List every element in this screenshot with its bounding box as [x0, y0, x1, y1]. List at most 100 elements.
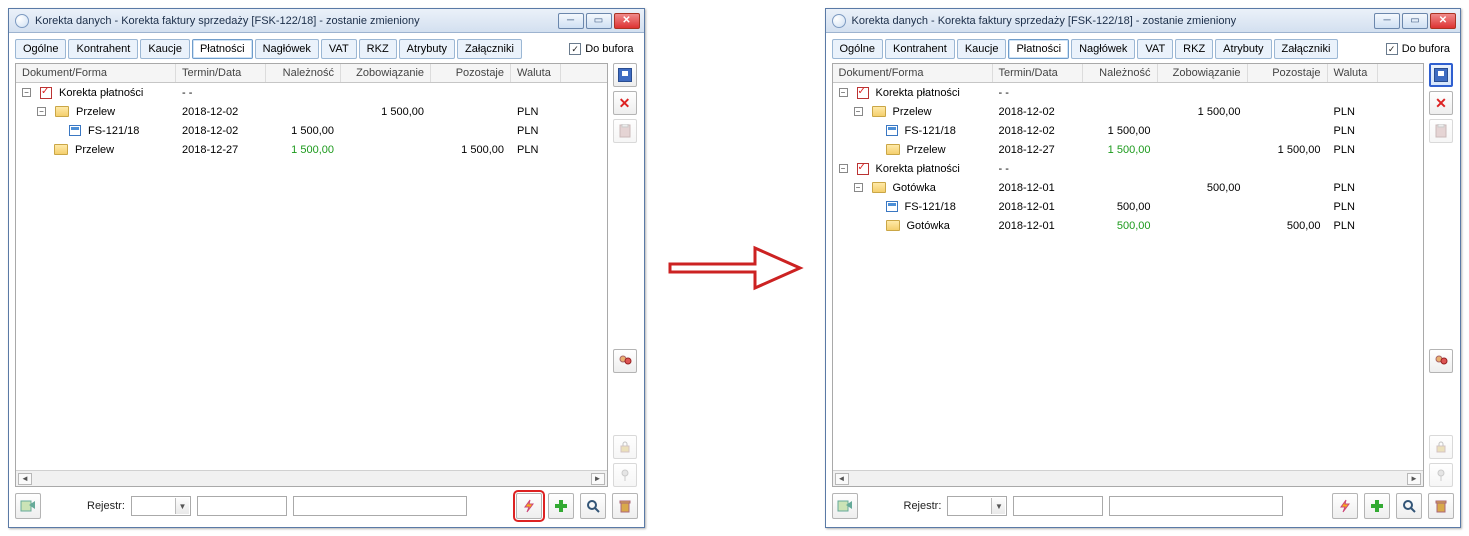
buffer-checkbox[interactable]: ✓ Do bufora [569, 43, 637, 55]
rejestr-combo[interactable]: ▼ [131, 496, 191, 516]
add-button[interactable] [548, 493, 574, 519]
close-button[interactable]: ✕ [614, 13, 640, 29]
maximize-button[interactable]: ▭ [1402, 13, 1428, 29]
tab-rkz[interactable]: RKZ [359, 39, 397, 59]
search-button[interactable] [1396, 493, 1422, 519]
column-waluta[interactable]: Waluta [511, 64, 561, 82]
pin-button [613, 463, 637, 487]
save-icon [618, 68, 632, 82]
tab-ogolne[interactable]: Ogólne [15, 39, 66, 59]
tree-row[interactable]: FS-121/182018-12-021 500,00PLN [833, 121, 1424, 140]
minimize-button[interactable]: ─ [1374, 13, 1400, 29]
find-icon [832, 14, 846, 28]
rejestr-input-1[interactable] [1013, 496, 1103, 516]
generate-button[interactable] [1332, 493, 1358, 519]
expand-toggle[interactable]: − [854, 183, 863, 192]
export-button[interactable] [15, 493, 41, 519]
maximize-button[interactable]: ▭ [586, 13, 612, 29]
scroll-right-icon[interactable]: ► [1407, 473, 1421, 485]
folder-icon [872, 106, 886, 117]
cell-termin: 2018-12-02 [176, 125, 266, 137]
column-waluta[interactable]: Waluta [1328, 64, 1378, 82]
tree-row[interactable]: Przelew2018-12-271 500,001 500,00PLN [16, 140, 607, 159]
column-zobowiazanie[interactable]: Zobowiązanie [341, 64, 431, 82]
trash-button[interactable] [612, 493, 638, 519]
scroll-left-icon[interactable]: ◄ [18, 473, 32, 485]
column-pozostaje[interactable]: Pozostaje [431, 64, 511, 82]
tab-zalaczniki[interactable]: Załączniki [457, 39, 522, 59]
tab-kontrahent[interactable]: Kontrahent [68, 39, 138, 59]
tab-zalaczniki[interactable]: Załączniki [1274, 39, 1339, 59]
grid-body[interactable]: −Korekta płatności- -−Przelew2018-12-021… [16, 83, 607, 470]
column-dokument[interactable]: Dokument/Forma [16, 64, 176, 82]
tab-platnosci[interactable]: Płatności [1008, 39, 1069, 59]
tree-row[interactable]: FS-121/182018-12-01500,00PLN [833, 197, 1424, 216]
tab-rkz[interactable]: RKZ [1175, 39, 1213, 59]
tree-row[interactable]: −Przelew2018-12-021 500,00PLN [16, 102, 607, 121]
paste-icon [618, 124, 632, 138]
tab-atrybuty[interactable]: Atrybuty [399, 39, 455, 59]
scroll-left-icon[interactable]: ◄ [835, 473, 849, 485]
expand-toggle[interactable]: − [22, 88, 31, 97]
contacts-button[interactable] [1429, 349, 1453, 373]
rejestr-input-1[interactable] [197, 496, 287, 516]
expand-toggle[interactable]: − [839, 88, 848, 97]
close-button[interactable]: ✕ [1430, 13, 1456, 29]
tab-vat[interactable]: VAT [1137, 39, 1173, 59]
tab-vat[interactable]: VAT [321, 39, 357, 59]
check-icon: ✓ [1386, 43, 1398, 55]
save-button[interactable] [1429, 63, 1453, 87]
window-right: Korekta danych - Korekta faktury sprzeda… [825, 8, 1462, 528]
row-label: Przelew [75, 144, 114, 156]
tab-ogolne[interactable]: Ogólne [832, 39, 883, 59]
column-termin[interactable]: Termin/Data [993, 64, 1083, 82]
row-label: Korekta płatności [876, 87, 960, 99]
rejestr-input-2[interactable] [293, 496, 467, 516]
tab-naglowek[interactable]: Nagłówek [1071, 39, 1135, 59]
document-icon [886, 201, 898, 212]
tree-row[interactable]: −Przelew2018-12-021 500,00PLN [833, 102, 1424, 121]
export-button[interactable] [832, 493, 858, 519]
column-zobowiazanie[interactable]: Zobowiązanie [1158, 64, 1248, 82]
tab-kontrahent[interactable]: Kontrahent [885, 39, 955, 59]
delete-button[interactable]: ✕ [1429, 91, 1453, 115]
add-button[interactable] [1364, 493, 1390, 519]
horizontal-scrollbar[interactable]: ◄ ► [833, 470, 1424, 486]
window-left: Korekta danych - Korekta faktury sprzeda… [8, 8, 645, 528]
tree-row[interactable]: −Korekta płatności- - [833, 83, 1424, 102]
tree-row[interactable]: −Korekta płatności- - [833, 159, 1424, 178]
column-naleznosc[interactable]: Należność [266, 64, 341, 82]
search-button[interactable] [580, 493, 606, 519]
contacts-button[interactable] [613, 349, 637, 373]
tab-platnosci[interactable]: Płatności [192, 39, 253, 59]
rejestr-input-2[interactable] [1109, 496, 1283, 516]
column-dokument[interactable]: Dokument/Forma [833, 64, 993, 82]
expand-toggle[interactable]: − [839, 164, 848, 173]
horizontal-scrollbar[interactable]: ◄ ► [16, 470, 607, 486]
buffer-checkbox[interactable]: ✓ Do bufora [1386, 43, 1454, 55]
trash-button[interactable] [1428, 493, 1454, 519]
titlebar[interactable]: Korekta danych - Korekta faktury sprzeda… [826, 9, 1461, 33]
tab-atrybuty[interactable]: Atrybuty [1215, 39, 1271, 59]
expand-toggle[interactable]: − [854, 107, 863, 116]
column-termin[interactable]: Termin/Data [176, 64, 266, 82]
column-pozostaje[interactable]: Pozostaje [1248, 64, 1328, 82]
rejestr-combo[interactable]: ▼ [947, 496, 1007, 516]
tree-row[interactable]: FS-121/182018-12-021 500,00PLN [16, 121, 607, 140]
titlebar[interactable]: Korekta danych - Korekta faktury sprzeda… [9, 9, 644, 33]
delete-button[interactable]: ✕ [613, 91, 637, 115]
generate-button[interactable] [516, 493, 542, 519]
column-naleznosc[interactable]: Należność [1083, 64, 1158, 82]
scroll-right-icon[interactable]: ► [591, 473, 605, 485]
tab-kaucje[interactable]: Kaucje [957, 39, 1007, 59]
tab-kaucje[interactable]: Kaucje [140, 39, 190, 59]
minimize-button[interactable]: ─ [558, 13, 584, 29]
tree-row[interactable]: −Korekta płatności- - [16, 83, 607, 102]
expand-toggle[interactable]: − [37, 107, 46, 116]
tab-naglowek[interactable]: Nagłówek [255, 39, 319, 59]
tree-row[interactable]: Przelew2018-12-271 500,001 500,00PLN [833, 140, 1424, 159]
tree-row[interactable]: Gotówka2018-12-01500,00500,00PLN [833, 216, 1424, 235]
grid-body[interactable]: −Korekta płatności- - −Przelew2018-12-021… [833, 83, 1424, 470]
save-button[interactable] [613, 63, 637, 87]
tree-row[interactable]: −Gotówka2018-12-01500,00PLN [833, 178, 1424, 197]
